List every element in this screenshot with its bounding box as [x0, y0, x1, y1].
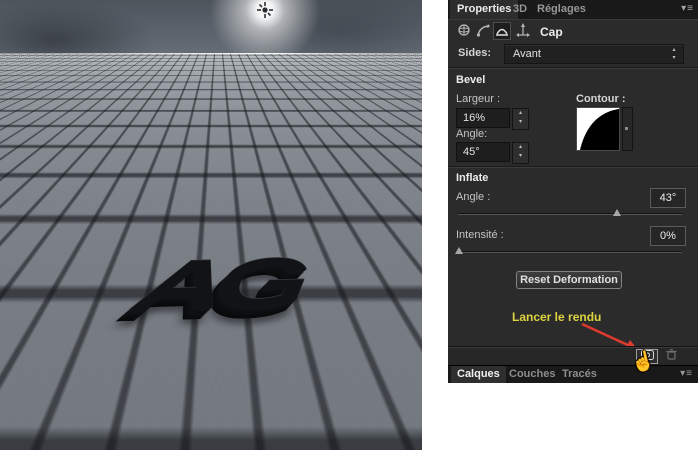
- tab-traces[interactable]: Tracés: [556, 366, 603, 383]
- slider-thumb[interactable]: [455, 247, 464, 254]
- panel-footer-bar: [448, 346, 698, 366]
- layers-panel-menu-icon[interactable]: ▾≡: [680, 368, 693, 379]
- inflate-angle-slider[interactable]: [458, 209, 682, 216]
- intensite-slider[interactable]: [455, 247, 682, 254]
- intensite-label: Intensité :: [456, 229, 504, 241]
- properties-panel: Properties 3D Réglages ▾≡ Cap Sides: Ava…: [448, 0, 698, 383]
- mesh-title: Cap: [540, 25, 563, 39]
- mesh-icon[interactable]: [456, 23, 472, 39]
- trash-icon: [666, 349, 676, 360]
- tab-reglages[interactable]: Réglages: [530, 0, 593, 19]
- axis-origin: [21, 423, 27, 429]
- deform-icon[interactable]: [475, 23, 491, 39]
- bevel-angle-input[interactable]: 45°: [456, 142, 510, 162]
- slider-thumb[interactable]: [613, 209, 622, 216]
- properties-tab-bar: Properties 3D Réglages ▾≡: [448, 0, 698, 20]
- axis-widget[interactable]: [8, 388, 60, 436]
- photoshop-workspace: AG Properties 3D Réglages ▾≡ Cap Sides: …: [0, 0, 700, 450]
- axis-y-green[interactable]: [20, 392, 28, 426]
- panel-menu-icon[interactable]: ▾≡: [681, 3, 694, 14]
- largeur-stepper[interactable]: ▴ ▾: [512, 108, 529, 130]
- coordinates-icon[interactable]: [515, 23, 531, 39]
- sides-dropdown[interactable]: Avant ▴ ▾: [504, 44, 684, 64]
- contour-label: Contour :: [576, 93, 626, 105]
- light-source-widget[interactable]: [252, 0, 278, 22]
- inflate-angle-value[interactable]: 43°: [650, 188, 686, 208]
- contour-stepper[interactable]: [622, 107, 633, 151]
- sides-value: Avant: [513, 48, 541, 60]
- sides-label: Sides:: [458, 47, 492, 59]
- bevel-angle-label: Angle:: [456, 128, 488, 140]
- layers-tab-bar: Calques Couches Tracés ▾≡: [448, 365, 698, 383]
- bevel-section-title: Bevel: [456, 74, 486, 86]
- hand-cursor: ☝: [629, 349, 657, 376]
- cap-icon[interactable]: [493, 22, 511, 40]
- camera-widget[interactable]: [236, 53, 254, 66]
- intensite-value[interactable]: 0%: [650, 226, 686, 246]
- 3d-text-object[interactable]: AG: [0, 245, 422, 356]
- axis-x-red[interactable]: [24, 422, 56, 430]
- reset-deformation-button[interactable]: Reset Deformation: [516, 271, 622, 289]
- tab-couches[interactable]: Couches: [503, 366, 561, 383]
- trash-button[interactable]: [663, 349, 679, 362]
- bevel-angle-stepper[interactable]: ▴ ▾: [512, 142, 529, 164]
- section-divider: [448, 67, 698, 68]
- contour-curve-icon: [577, 108, 619, 150]
- contour-picker[interactable]: [576, 107, 620, 151]
- inflate-angle-label: Angle :: [456, 191, 491, 203]
- mesh-icon-row: Cap: [448, 20, 698, 43]
- largeur-label: Largeur :: [456, 93, 501, 105]
- largeur-input[interactable]: 16%: [456, 108, 510, 128]
- 3d-viewport[interactable]: AG: [0, 0, 422, 450]
- dropdown-arrows-icon: ▴ ▾: [672, 47, 676, 61]
- inflate-section-title: Inflate: [456, 172, 489, 184]
- tab-calques[interactable]: Calques: [451, 366, 506, 383]
- section-divider: [448, 166, 698, 167]
- light-widget-knob[interactable]: [224, 146, 236, 158]
